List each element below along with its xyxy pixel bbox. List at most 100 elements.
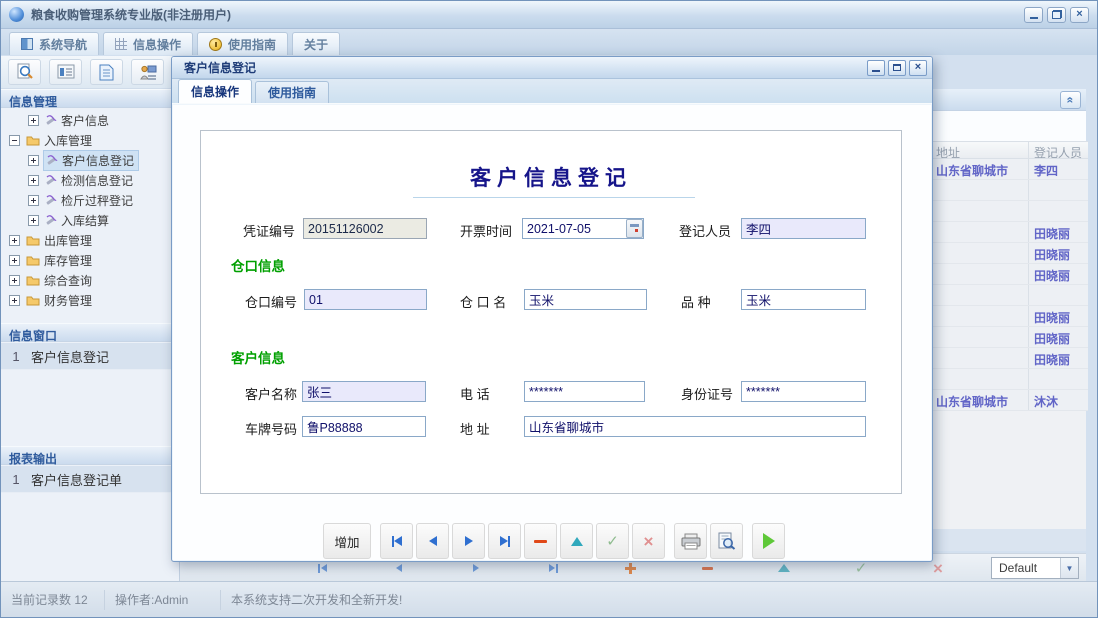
dialog-minimize-button[interactable] (867, 60, 885, 76)
table-row[interactable] (931, 369, 1088, 390)
invoice-time-label: 开票时间 (460, 221, 512, 240)
item-index: 1 (1, 349, 31, 364)
expand-plus-icon[interactable] (9, 235, 20, 246)
next-record-button[interactable] (452, 523, 485, 559)
date-picker-button[interactable] (626, 219, 643, 238)
restore-button[interactable] (1047, 7, 1066, 23)
bin-name-field[interactable] (524, 289, 647, 310)
table-row[interactable]: 田晓丽 (931, 243, 1088, 264)
minimize-button[interactable] (1024, 7, 1043, 23)
menu-tab-info-operation[interactable]: 信息操作 (103, 32, 193, 55)
first-record-icon (394, 536, 402, 546)
expand-plus-icon[interactable] (28, 195, 39, 206)
nav-confirm-button[interactable]: ✓ (829, 561, 893, 576)
id-number-field[interactable] (741, 381, 866, 402)
preview-search-button[interactable] (8, 59, 41, 85)
info-window-item[interactable]: 1 客户信息登记 (1, 343, 179, 370)
table-row[interactable]: 田晓丽 (931, 222, 1088, 243)
dialog-maximize-button[interactable] (888, 60, 906, 76)
sidebar-header-report-output: 报表输出 (1, 446, 179, 465)
expand-plus-icon[interactable] (9, 255, 20, 266)
first-record-button[interactable] (380, 523, 413, 559)
tree-item-inspection-register[interactable]: 检测信息登记 (1, 170, 179, 190)
close-button[interactable]: × (1070, 7, 1089, 23)
tree-item-inventory-management[interactable]: 库存管理 (1, 250, 179, 270)
address-field[interactable] (524, 416, 866, 437)
table-row[interactable] (931, 285, 1088, 306)
registrar-field[interactable] (741, 218, 866, 239)
style-preset-dropdown[interactable]: Default ▼ (991, 557, 1079, 579)
expand-plus-icon[interactable] (9, 275, 20, 286)
phone-field[interactable] (524, 381, 645, 402)
address-label: 地 址 (460, 419, 490, 438)
expand-plus-icon[interactable] (9, 295, 20, 306)
variety-label: 品 种 (681, 292, 711, 311)
menu-tab-about[interactable]: 关于 (292, 32, 340, 55)
menu-tab-system-nav[interactable]: 系统导航 (9, 32, 99, 55)
post-edit-button[interactable] (560, 523, 593, 559)
nav-post-button[interactable] (752, 564, 816, 572)
table-row[interactable]: 山东省聊城市沐沐 (931, 390, 1088, 411)
menu-tab-user-guide[interactable]: 使用指南 (197, 32, 288, 55)
expand-minus-icon[interactable] (9, 135, 20, 146)
delete-record-button[interactable] (524, 523, 557, 559)
variety-field[interactable] (741, 289, 866, 310)
confirm-button[interactable]: ✓ (596, 523, 629, 559)
tree-item-outbound-management[interactable]: 出库管理 (1, 230, 179, 250)
add-button[interactable]: 增加 (323, 523, 371, 559)
navigation-tree: 客户信息 入库管理 客户信息登记 检测信息登记 检斤过秤登记 (1, 110, 179, 310)
customer-name-field[interactable] (302, 381, 426, 402)
report-output-item[interactable]: 1 客户信息登记单 (1, 466, 179, 493)
tree-item-finance-management[interactable]: 财务管理 (1, 290, 179, 310)
nav-cancel-button[interactable]: × (906, 560, 970, 577)
report-list-button[interactable] (49, 59, 82, 85)
expand-plus-icon[interactable] (28, 155, 39, 166)
tree-item-label: 财务管理 (44, 292, 92, 309)
plate-no-field[interactable] (302, 416, 426, 437)
restore-icon (1052, 10, 1062, 19)
dialog-close-button[interactable]: × (909, 60, 927, 76)
tree-item-customer-info[interactable]: 客户信息 (1, 110, 179, 130)
column-header-registrar[interactable]: 登记人员 (1029, 142, 1088, 158)
tree-item-customer-info-register[interactable]: 客户信息登记 (1, 150, 179, 170)
preview-button[interactable] (710, 523, 743, 559)
table-row[interactable]: 田晓丽 (931, 306, 1088, 327)
table-row[interactable]: 田晓丽 (931, 348, 1088, 369)
table-row[interactable]: 田晓丽 (931, 264, 1088, 285)
expand-plus-icon[interactable] (28, 115, 39, 126)
nav-first-button[interactable] (290, 564, 354, 573)
table-row[interactable]: 山东省聊城市李四 (931, 159, 1088, 180)
new-document-button[interactable] (90, 59, 123, 85)
column-header-address[interactable]: 地址 (931, 142, 1029, 158)
nav-insert-button[interactable] (598, 563, 662, 574)
table-row[interactable]: 田晓丽 (931, 327, 1088, 348)
table-row[interactable] (931, 180, 1088, 201)
nav-prev-button[interactable] (367, 564, 431, 572)
last-record-button[interactable] (488, 523, 521, 559)
nav-square-icon (21, 38, 33, 50)
expand-plus-icon[interactable] (28, 175, 39, 186)
user-management-button[interactable] (131, 59, 164, 85)
bin-no-field[interactable] (304, 289, 427, 310)
tree-item-weighing-register[interactable]: 检斤过秤登记 (1, 190, 179, 210)
run-button[interactable] (752, 523, 785, 559)
print-button[interactable] (674, 523, 707, 559)
nav-next-button[interactable] (444, 564, 508, 572)
prev-record-button[interactable] (416, 523, 449, 559)
voucher-no-field[interactable] (303, 218, 427, 239)
nav-last-button[interactable] (521, 564, 585, 573)
application-window: 粮食收购管理系统专业版(非注册用户) × 系统导航 信息操作 使用指南 关于 (0, 0, 1098, 618)
nav-delete-button[interactable] (675, 567, 739, 570)
grid-icon (115, 38, 127, 50)
dialog-tab-user-guide[interactable]: 使用指南 (255, 81, 329, 103)
expand-plus-icon[interactable] (28, 215, 39, 226)
dialog-tab-info-operation[interactable]: 信息操作 (178, 79, 252, 103)
plate-no-label: 车牌号码 (245, 419, 297, 438)
table-row[interactable] (931, 201, 1088, 222)
tree-item-comprehensive-query[interactable]: 综合查询 (1, 270, 179, 290)
tree-item-inbound-management[interactable]: 入库管理 (1, 130, 179, 150)
tree-item-inbound-settlement[interactable]: 入库结算 (1, 210, 179, 230)
cancel-button[interactable]: × (632, 523, 665, 559)
collapse-panel-button[interactable]: « (1060, 91, 1081, 109)
cancel-icon: × (933, 560, 943, 577)
